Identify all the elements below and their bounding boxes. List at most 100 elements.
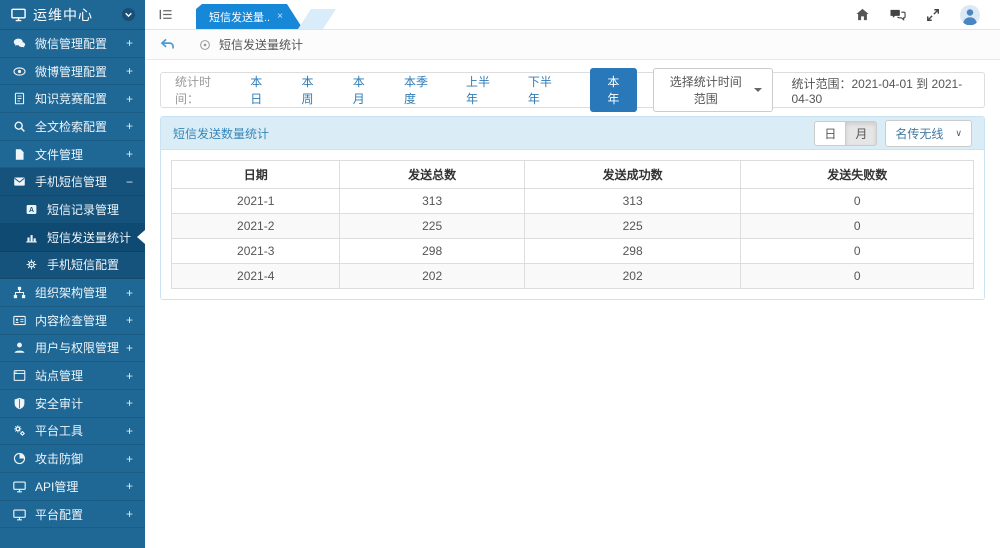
sidebar-item-label: 手机短信配置 [47, 256, 119, 273]
tab-sms-volume-stats[interactable]: 短信发送量.. × [196, 4, 303, 29]
target-icon [199, 39, 211, 51]
unit-month-button[interactable]: 月 [845, 121, 877, 146]
cell-success: 313 [524, 189, 741, 214]
expand-plus-icon: + [126, 286, 133, 300]
gears-icon [12, 424, 27, 437]
cell-fail: 0 [741, 214, 974, 239]
sidebar-toggle-icon[interactable] [158, 7, 173, 22]
sidebar-item-label: 知识竞赛配置 [35, 90, 107, 107]
expand-plus-icon: + [126, 92, 133, 106]
unit-day-button[interactable]: 日 [814, 121, 846, 146]
sidebar-item-org-structure[interactable]: 组织架构管理 + [0, 279, 145, 307]
sidebar-item-label: API管理 [35, 478, 78, 495]
file-icon [12, 148, 27, 161]
comments-icon[interactable] [890, 7, 906, 22]
cell-success: 225 [524, 214, 741, 239]
sidebar-item-api-management[interactable]: API管理 + [0, 473, 145, 501]
cell-date: 2021-2 [172, 214, 340, 239]
col-header-date: 日期 [172, 161, 340, 189]
sidebar-item-label: 组织架构管理 [35, 284, 107, 301]
sidebar: 运维中心 微信管理配置 + 微博管理配置 + 知识竞赛配置 + 全文检索配置 +… [0, 0, 145, 548]
expand-icon[interactable] [926, 8, 940, 22]
panel-title: 短信发送数量统计 [173, 125, 269, 142]
table-row: 2021-2 225 225 0 [172, 214, 974, 239]
cell-total: 298 [340, 239, 524, 264]
user-avatar[interactable] [960, 5, 980, 25]
sidebar-item-site-management[interactable]: 站点管理 + [0, 362, 145, 390]
cell-fail: 0 [741, 189, 974, 214]
user-icon [12, 341, 27, 354]
sidebar-item-attack-defense[interactable]: 攻击防御 + [0, 445, 145, 473]
filter-option-first-half[interactable]: 上半年 [466, 73, 498, 107]
document-icon [12, 92, 27, 105]
sidebar-item-sms-records[interactable]: A 短信记录管理 [0, 196, 145, 224]
back-arrow-icon[interactable] [160, 38, 175, 51]
chevron-down-icon: ∨ [955, 128, 962, 139]
sidebar-item-label: 站点管理 [35, 367, 83, 384]
filter-option-this-week[interactable]: 本周 [301, 73, 322, 107]
sidebar-item-users-permissions[interactable]: 用户与权限管理 + [0, 335, 145, 363]
filter-option-this-quarter[interactable]: 本季度 [404, 73, 436, 107]
cell-total: 225 [340, 214, 524, 239]
sidebar-item-weibo[interactable]: 微博管理配置 + [0, 58, 145, 86]
sidebar-item-label: 攻击防御 [35, 450, 83, 467]
monitor-icon [11, 7, 26, 22]
sidebar-item-fulltext-search[interactable]: 全文检索配置 + [0, 113, 145, 141]
caret-down-icon [754, 88, 762, 92]
svg-text:A: A [29, 207, 34, 214]
sidebar-item-sms-management[interactable]: 手机短信管理 − [0, 168, 145, 196]
sitemap-icon [12, 286, 27, 299]
globe-icon [12, 452, 27, 465]
filter-option-today[interactable]: 本日 [250, 73, 271, 107]
main-content: 统计时间： 本日 本周 本月 本季度 上半年 下半年 本年 选择统计时间范围 统… [145, 60, 1000, 548]
sidebar-header: 运维中心 [0, 0, 145, 30]
home-icon[interactable] [855, 7, 870, 22]
filter-option-this-year-selected[interactable]: 本年 [590, 68, 637, 112]
expand-plus-icon: + [126, 452, 133, 466]
topbar: 短信发送量.. × [145, 0, 1000, 30]
col-header-success-count: 发送成功数 [524, 161, 741, 189]
range-dropdown-label: 选择统计时间范围 [664, 73, 747, 107]
weibo-icon [12, 65, 27, 78]
sidebar-item-sms-config[interactable]: 手机短信配置 [0, 252, 145, 280]
sms-stats-panel: 短信发送数量统计 日 月 名传无线 ∨ 日期 发送总数 [160, 116, 985, 300]
sidebar-item-label: 手机短信管理 [35, 173, 107, 190]
expand-plus-icon: + [126, 507, 133, 521]
sidebar-item-label: 用户与权限管理 [35, 339, 119, 356]
filter-option-this-month[interactable]: 本月 [353, 73, 374, 107]
sidebar-item-label: 微博管理配置 [35, 63, 107, 80]
sidebar-item-file-management[interactable]: 文件管理 + [0, 141, 145, 169]
gear-icon [24, 258, 39, 271]
sidebar-item-sms-volume-stats[interactable]: 短信发送量统计 [0, 224, 145, 252]
expand-plus-icon: + [126, 64, 133, 78]
app-title: 运维中心 [33, 5, 114, 25]
expand-plus-icon: + [126, 147, 133, 161]
stats-range-text: 统计范围：2021-04-01 到 2021-04-30 [791, 75, 970, 106]
search-icon [12, 120, 27, 133]
breadcrumb: 短信发送量统计 [145, 30, 1000, 60]
cell-fail: 0 [741, 264, 974, 289]
tab-close-icon[interactable]: × [277, 11, 283, 22]
shield-icon [12, 397, 27, 410]
sidebar-item-label: 短信记录管理 [47, 201, 119, 218]
sidebar-item-wechat[interactable]: 微信管理配置 + [0, 30, 145, 58]
sidebar-item-quiz[interactable]: 知识竞赛配置 + [0, 85, 145, 113]
sidebar-item-label: 短信发送量统计 [47, 229, 131, 246]
table-header-row: 日期 发送总数 发送成功数 发送失败数 [172, 161, 974, 189]
sidebar-item-platform-tools[interactable]: 平台工具 + [0, 418, 145, 446]
monitor-icon [12, 480, 27, 493]
monitor-icon [12, 508, 27, 521]
expand-plus-icon: + [126, 119, 133, 133]
expand-plus-icon: + [126, 369, 133, 383]
expand-plus-icon: + [126, 479, 133, 493]
sidebar-item-platform-config[interactable]: 平台配置 + [0, 501, 145, 529]
sidebar-item-content-check[interactable]: 内容检查管理 + [0, 307, 145, 335]
chevron-circle-down-icon[interactable] [121, 7, 136, 22]
cell-date: 2021-4 [172, 264, 340, 289]
expand-plus-icon: + [126, 424, 133, 438]
provider-select[interactable]: 名传无线 ∨ [885, 120, 972, 147]
sidebar-item-label: 平台配置 [35, 506, 83, 523]
filter-option-second-half[interactable]: 下半年 [528, 73, 560, 107]
sidebar-item-security-audit[interactable]: 安全审计 + [0, 390, 145, 418]
select-time-range-dropdown[interactable]: 选择统计时间范围 [653, 68, 773, 112]
